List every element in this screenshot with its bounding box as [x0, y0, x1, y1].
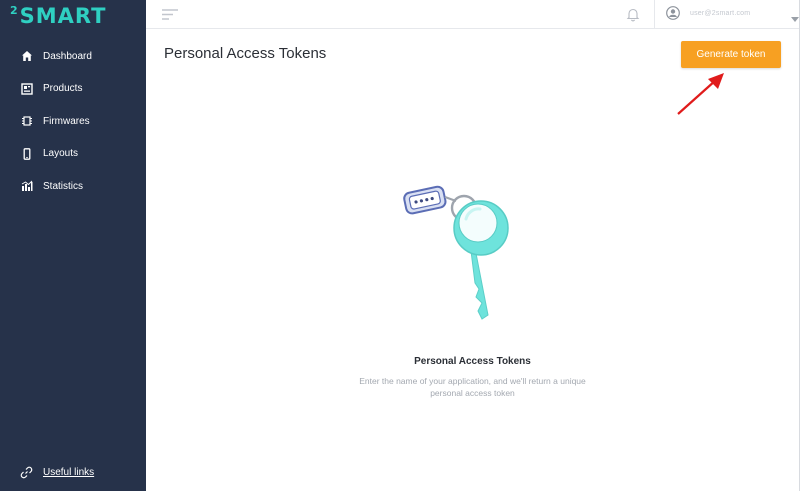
home-icon: [20, 49, 34, 63]
user-menu[interactable]: user@2smart.com: [666, 6, 799, 22]
sidebar: 2 SMART Dashboard Products Firmwares Lay…: [0, 0, 146, 491]
caret-down-icon: [791, 10, 799, 22]
top-bar: user@2smart.com: [146, 0, 800, 29]
topbar-divider: [654, 0, 655, 29]
sidebar-nav: Dashboard Products Firmwares Layouts Sta…: [0, 40, 146, 203]
sidebar-item-label: Statistics: [43, 180, 84, 192]
useful-links-label: Useful links: [43, 466, 95, 478]
sidebar-item-dashboard[interactable]: Dashboard: [0, 40, 146, 73]
link-icon: [20, 465, 34, 479]
sidebar-item-label: Layouts: [43, 148, 79, 160]
logo-superscript: 2: [10, 4, 19, 17]
chip-icon: [20, 114, 34, 128]
bar-chart-icon: [20, 179, 34, 193]
menu-icon[interactable]: [161, 8, 179, 21]
phone-icon: [20, 147, 34, 161]
brand-logo[interactable]: 2 SMART: [10, 4, 106, 28]
sidebar-item-layouts[interactable]: Layouts: [0, 138, 146, 171]
annotation-arrow-icon: [677, 73, 724, 115]
bell-icon[interactable]: [626, 7, 640, 22]
page-title: Personal Access Tokens: [164, 45, 327, 62]
sidebar-item-firmwares[interactable]: Firmwares: [0, 105, 146, 138]
generate-token-button[interactable]: Generate token: [681, 41, 781, 68]
user-email: user@2smart.com: [690, 9, 751, 17]
useful-links[interactable]: Useful links: [20, 465, 94, 479]
user-avatar-icon: [666, 6, 680, 20]
sidebar-item-label: Dashboard: [43, 50, 92, 62]
logo-text: SMART: [19, 4, 107, 28]
key-illustration-icon: [403, 185, 509, 320]
sidebar-item-statistics[interactable]: Statistics: [0, 170, 146, 203]
empty-state-title: Personal Access Tokens: [414, 356, 531, 367]
products-icon: [20, 82, 34, 96]
sidebar-item-label: Products: [43, 83, 83, 95]
sidebar-item-products[interactable]: Products: [0, 73, 146, 106]
empty-state-description: Enter the name of your application, and …: [359, 376, 586, 398]
sidebar-item-label: Firmwares: [43, 115, 90, 127]
